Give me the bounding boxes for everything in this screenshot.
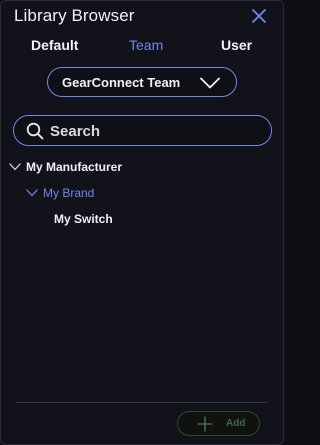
add-button[interactable]: Add (177, 411, 260, 436)
tab-team[interactable]: Team (129, 37, 163, 53)
close-icon[interactable] (251, 8, 267, 24)
library-select-value: GearConnect Team (62, 75, 181, 90)
panel-title: Library Browser (14, 6, 135, 25)
search-icon (26, 122, 44, 140)
search-input[interactable] (50, 120, 250, 142)
library-select[interactable]: GearConnect Team (47, 67, 237, 97)
library-browser-panel: Library Browser Default Team User GearCo… (0, 0, 284, 445)
tree-item-label: My Manufacturer (26, 160, 123, 174)
tab-default[interactable]: Default (31, 37, 78, 53)
library-tabs: Default Team User (1, 37, 283, 55)
tree-item-my-switch[interactable]: My Switch (54, 211, 214, 229)
tab-user[interactable]: User (221, 37, 252, 53)
tree-item-label: My Brand (43, 186, 95, 200)
chevron-down-icon[interactable] (26, 189, 38, 197)
search-box (13, 115, 272, 146)
add-button-label: Add (226, 418, 246, 429)
chevron-down-icon[interactable] (9, 163, 21, 171)
chevron-down-icon (200, 77, 220, 89)
tree-item-my-manufacturer[interactable]: My Manufacturer (9, 159, 249, 177)
footer-divider (16, 402, 268, 403)
tree-item-label: My Switch (54, 212, 113, 226)
plus-icon (197, 416, 213, 432)
tree-item-my-brand[interactable]: My Brand (26, 185, 226, 203)
